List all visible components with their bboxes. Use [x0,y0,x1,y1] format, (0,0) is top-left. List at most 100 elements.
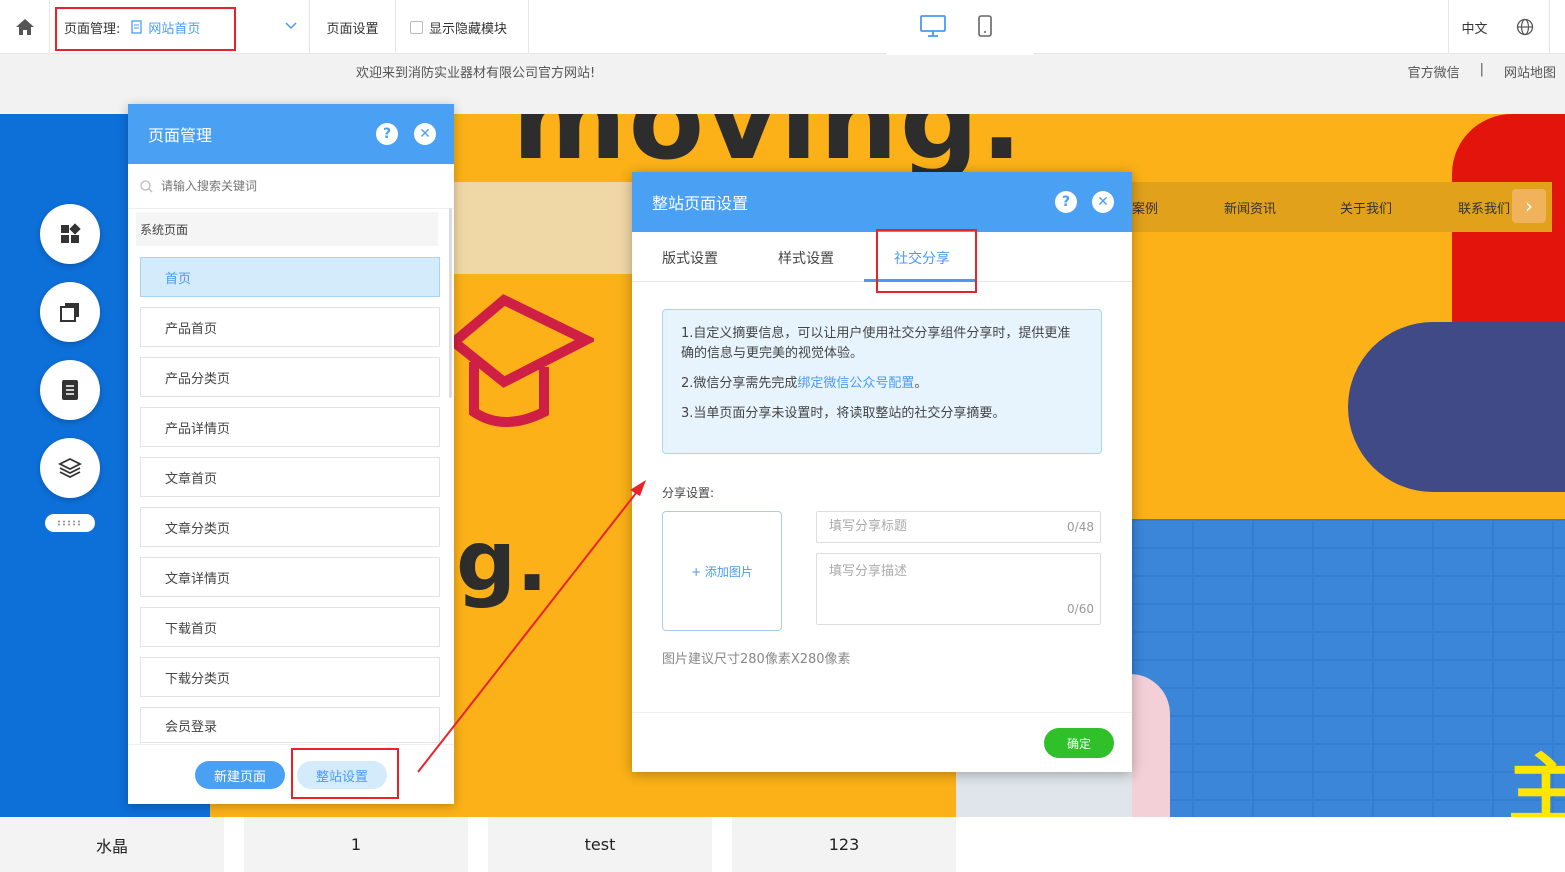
page-item[interactable]: 下载首页 [140,607,440,647]
site-nav-item[interactable]: 联系我们 [1458,198,1510,217]
desktop-view-button[interactable] [920,14,946,42]
graduation-cap-graphic [454,294,594,427]
close-icon[interactable]: ✕ [1092,191,1114,213]
show-hidden-checkbox[interactable] [410,20,423,34]
site-settings-modal: 整站页面设置 ? ✕ 版式设置 样式设置 社交分享 1.自定义摘要信息，可以让用… [632,172,1132,772]
home-button[interactable] [0,0,50,54]
top-links: 官方微信 | 网站地图 [1408,62,1556,81]
more-tools-handle[interactable] [45,514,95,532]
scrollbar[interactable] [449,208,452,398]
document-icon [62,380,78,400]
mobile-icon [978,15,992,37]
search-icon [140,179,153,192]
tab-style[interactable]: 样式设置 [778,248,834,268]
page-icon [131,20,143,34]
page-item[interactable]: 产品首页 [140,307,440,347]
bottom-cell: test [488,817,712,872]
banner-sofa-image [454,182,632,274]
page-item[interactable]: 文章分类页 [140,507,440,547]
chevron-right-icon[interactable]: › [1512,189,1546,223]
help-icon[interactable]: ? [1055,191,1077,213]
document-button[interactable] [40,360,100,420]
share-title-placeholder: 填写分享标题 [829,519,908,534]
drag-dots-icon [58,520,80,526]
page-settings-button[interactable]: 页面设置 [310,0,396,54]
help-icon[interactable]: ? [376,123,398,145]
new-page-button[interactable]: 新建页面 [195,761,285,789]
banner-art-letter: g. [456,512,549,610]
modal-header: 整站页面设置 ? ✕ [632,172,1132,232]
page-item[interactable]: 产品详情页 [140,407,440,447]
info-box: 1.自定义摘要信息，可以让用户使用社交分享组件分享时，提供更准确的信息与更完美的… [662,309,1102,454]
close-icon[interactable]: ✕ [414,123,436,145]
page-item[interactable]: 下载分类页 [140,657,440,697]
site-nav: 案例 新闻资讯 关于我们 联系我们 [1132,182,1552,232]
link-sitemap[interactable]: 网站地图 [1504,62,1556,81]
share-description-placeholder: 填写分享描述 [829,564,908,579]
globe-icon [1516,18,1533,36]
page-management-dropdown[interactable]: 页面管理: 网站首页 [50,0,310,54]
page-list: 首页 产品首页 产品分类页 产品详情页 文章首页 文章分类页 文章详情页 下载首… [140,257,440,753]
link-divider: | [1479,62,1484,77]
layers-button[interactable] [40,438,100,498]
share-description-field[interactable]: 填写分享描述 0/60 [816,553,1101,625]
description-char-count: 0/60 [1067,602,1094,616]
site-nav-item[interactable]: 新闻资讯 [1224,198,1276,217]
bottom-row: 水晶 1 test 123 [0,817,1565,872]
tab-layout[interactable]: 版式设置 [662,248,718,268]
add-image-button[interactable]: + 添加图片 [662,511,782,631]
banner-brick [1132,519,1565,817]
bottom-cell: 123 [732,817,956,872]
page-item[interactable]: 文章详情页 [140,557,440,597]
current-page-label: 网站首页 [148,21,201,37]
info-text: 。 [914,376,928,391]
banner-art-character: 主 [1508,745,1565,817]
home-icon [15,19,34,35]
show-hidden-toggle[interactable]: 显示隐藏模块 [396,0,529,54]
page-item[interactable]: 文章首页 [140,457,440,497]
modal-tabs: 版式设置 样式设置 社交分享 [632,232,1132,282]
share-title-field[interactable]: 填写分享标题 0/48 [816,511,1101,543]
page-item[interactable]: 会员登录 [140,707,440,743]
bottom-cell: 1 [244,817,468,872]
pages-button[interactable] [40,282,100,342]
layers-icon [58,457,82,479]
widgets-button[interactable] [40,204,100,264]
copy-icon [60,303,79,322]
info-text: 2.微信分享需先完成 [681,376,798,391]
site-nav-item[interactable]: 案例 [1132,198,1158,217]
page-search [128,164,454,209]
confirm-button[interactable]: 确定 [1044,728,1114,758]
info-line: 3.当单页面分享未设置时，将读取整站的社交分享摘要。 [681,406,1006,421]
widgets-icon [61,223,81,243]
tab-indicator [864,279,976,282]
panel-footer: 新建页面 整站设置 [128,744,454,804]
info-line: 2.微信分享需先完成绑定微信公众号配置。 [681,374,1083,394]
show-hidden-label: 显示隐藏模块 [429,21,508,37]
bottom-cell: 水晶 [0,817,224,872]
tab-social-share[interactable]: 社交分享 [894,248,950,268]
mobile-view-button[interactable] [977,14,993,42]
link-wechat[interactable]: 官方微信 [1408,62,1460,81]
image-size-hint: 图片建议尺寸280像素X280像素 [662,652,851,667]
modal-divider [632,712,1132,713]
panel-header: 页面管理 ? ✕ [128,104,454,164]
banner-shape [1348,322,1565,492]
share-settings-label: 分享设置: [662,486,715,500]
page-item[interactable]: 产品分类页 [140,357,440,397]
desktop-icon [920,15,946,37]
page-item-home[interactable]: 首页 [140,257,440,297]
site-nav-item[interactable]: 关于我们 [1340,198,1392,217]
title-char-count: 0/48 [1067,520,1094,534]
wechat-config-link[interactable]: 绑定微信公众号配置 [797,376,914,391]
language-switch[interactable]: 中文 [1448,0,1500,54]
section-header: 系统页面 [136,212,438,246]
panel-title: 页面管理 [148,126,213,145]
globe-button[interactable] [1500,0,1550,54]
site-settings-button[interactable]: 整站设置 [297,761,387,789]
top-toolbar: 页面管理: 网站首页 页面设置 显示隐藏模块 中文 [0,0,1565,54]
chevron-down-icon [285,22,297,30]
info-line: 1.自定义摘要信息，可以让用户使用社交分享组件分享时，提供更准确的信息与更完美的… [681,326,1071,361]
search-input[interactable] [161,179,421,193]
modal-title: 整站页面设置 [652,194,749,213]
